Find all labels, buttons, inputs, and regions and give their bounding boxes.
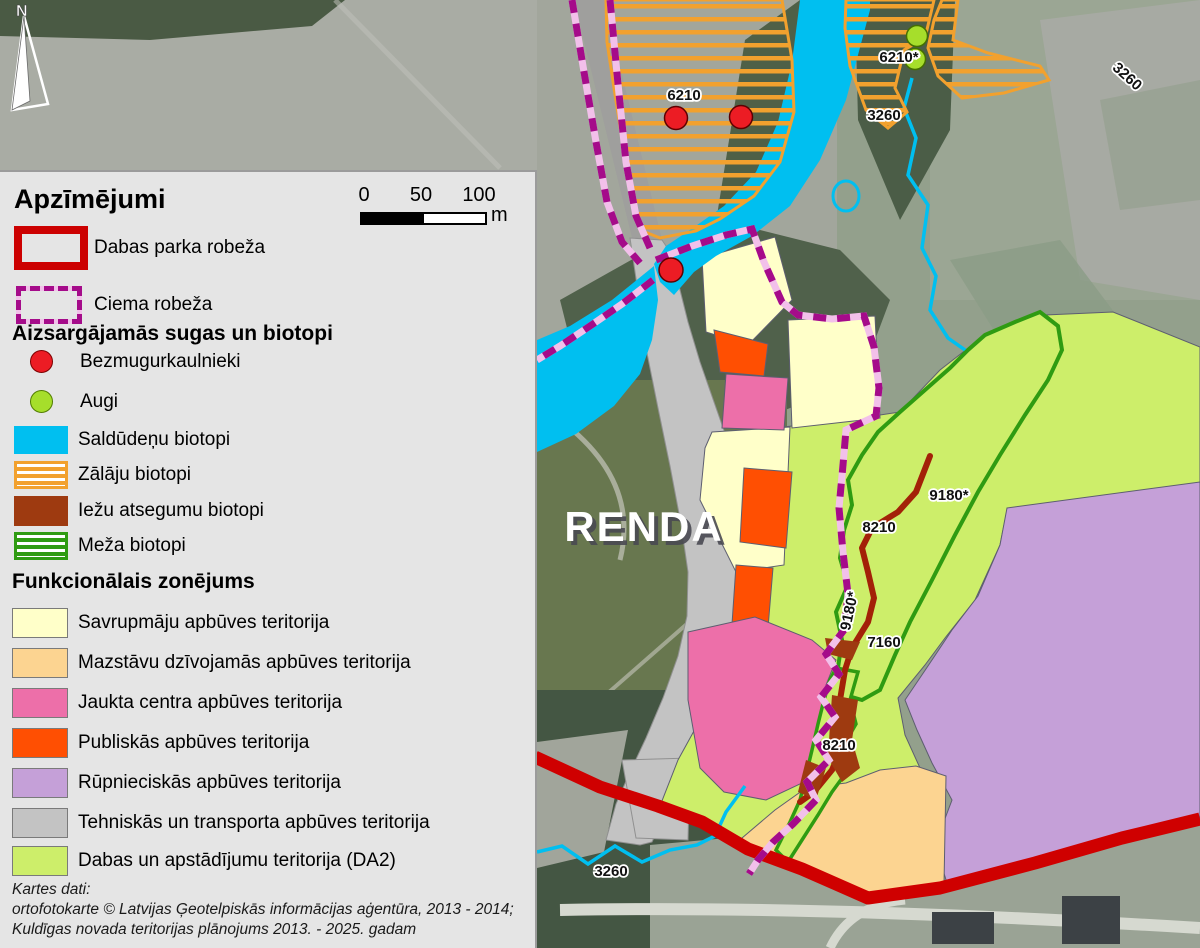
habitat-label: 3260 bbox=[594, 863, 627, 880]
legend-item-park-boundary: Dabas parka robeža bbox=[94, 226, 265, 270]
legend-item-forest: Meža biotopi bbox=[78, 532, 186, 560]
rock-outcrop-swatch bbox=[14, 496, 68, 526]
invertebrate-point bbox=[730, 106, 753, 129]
legend-item-zone-industrial: Rūpnieciskās apbūves teritorija bbox=[78, 768, 341, 798]
credits-line-1: Kartes dati: bbox=[12, 880, 514, 900]
habitat-label: 8210 bbox=[862, 519, 895, 536]
credits-line-3: Kuldīgas novada teritorijas plānojums 20… bbox=[12, 920, 514, 940]
north-label: N bbox=[16, 3, 28, 20]
zoning-section-header: Funkcionālais zonējums bbox=[12, 570, 255, 594]
park-boundary-swatch bbox=[14, 226, 88, 270]
scalebar-unit: m bbox=[491, 204, 508, 227]
habitat-label: 3260 bbox=[867, 107, 900, 124]
zone-swatch-transport bbox=[12, 808, 68, 838]
invertebrate-point bbox=[659, 258, 683, 282]
species-section-header: Aizsargājamās sugas un biotopi bbox=[12, 322, 333, 346]
zone-swatch-industrial bbox=[12, 768, 68, 798]
zone-swatch-lowrise bbox=[12, 648, 68, 678]
legend-item-zone-nature: Dabas un apstādījumu teritorija (DA2) bbox=[78, 846, 396, 876]
map-credits: Kartes dati: ortofotokarte © Latvijas Ģe… bbox=[12, 880, 514, 940]
svg-text:RENDA: RENDA bbox=[564, 503, 723, 550]
legend-item-village-boundary: Ciema robeža bbox=[94, 286, 212, 324]
legend-item-zone-lowrise: Mazstāvu dzīvojamās apbūves teritorija bbox=[78, 648, 411, 678]
zone-swatch-detached bbox=[12, 608, 68, 638]
legend-item-zone-transport: Tehniskās un transporta apbūves teritori… bbox=[78, 808, 430, 838]
zone-swatch-public bbox=[12, 728, 68, 758]
freshwater-swatch bbox=[14, 426, 68, 454]
legend-item-invertebrates: Bezmugurkaulnieki bbox=[80, 350, 241, 374]
plant-point bbox=[907, 26, 928, 47]
village-boundary-swatch bbox=[16, 286, 82, 324]
habitat-label: 6210 bbox=[667, 87, 700, 104]
legend-item-zone-mixed-centre: Jaukta centra apbūves teritorija bbox=[78, 688, 342, 718]
legend-panel: Apzīmējumi 0 50 100 m Dabas parka robeža… bbox=[0, 170, 537, 948]
zone-swatch-mixed-centre bbox=[12, 688, 68, 718]
habitat-label: 8210 bbox=[822, 737, 855, 754]
red-dot-icon bbox=[30, 350, 53, 373]
scale-bar-fill bbox=[362, 214, 424, 223]
legend-item-zone-detached: Savrupmāju apbūves teritorija bbox=[78, 608, 329, 638]
legend-item-zone-public: Publiskās apbūves teritorija bbox=[78, 728, 309, 758]
place-label-renda: RENDA RENDA bbox=[564, 503, 727, 554]
legend-item-plants: Augi bbox=[80, 390, 118, 414]
habitat-label: 7160 bbox=[867, 634, 900, 651]
zone-pink-c bbox=[722, 374, 788, 430]
legend-item-rock-outcrop: Iežu atsegumu biotopi bbox=[78, 496, 264, 526]
habitat-label: 9180* bbox=[929, 487, 968, 504]
forest-swatch bbox=[14, 532, 68, 560]
invertebrate-point bbox=[665, 107, 688, 130]
scalebar-tick-50: 50 bbox=[403, 184, 439, 207]
legend-item-grassland: Zālāju biotopi bbox=[78, 461, 191, 489]
zone-public-f bbox=[740, 468, 792, 548]
legend-item-freshwater: Saldūdeņu biotopi bbox=[78, 426, 230, 454]
zone-swatch-nature bbox=[12, 846, 68, 876]
scale-bar bbox=[360, 212, 487, 225]
credits-line-2: ortofotokarte © Latvijas Ģeotelpiskās in… bbox=[12, 900, 514, 920]
map-screenshot: 6210 6210* 3260 3260 9180* 8210 9180* 71… bbox=[0, 0, 1200, 948]
scalebar-tick-0: 0 bbox=[352, 184, 376, 207]
legend-title: Apzīmējumi bbox=[14, 184, 166, 215]
habitat-label: 6210* bbox=[879, 49, 918, 66]
grassland-swatch bbox=[14, 461, 68, 489]
green-dot-icon bbox=[30, 390, 53, 413]
